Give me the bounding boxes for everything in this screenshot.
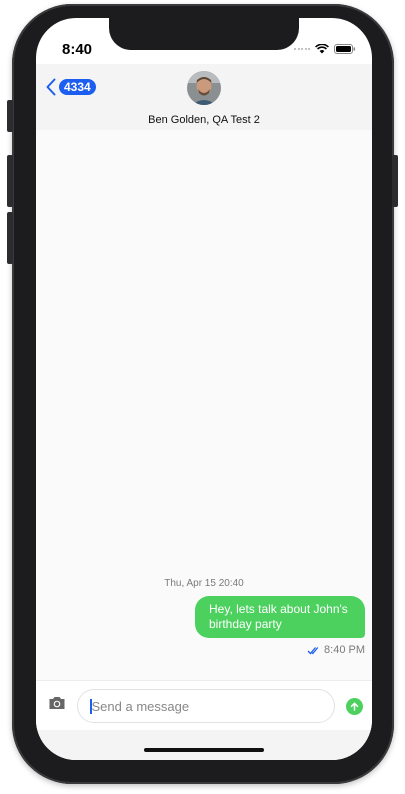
arrow-up-icon [350, 702, 359, 711]
chat-header: 4334 Ben Golden, QA Test 2 [36, 64, 372, 130]
volume-up-button [7, 155, 13, 207]
signal-icon [294, 48, 310, 50]
notch [109, 18, 299, 50]
wifi-icon [315, 44, 329, 54]
message-time: 8:40 PM [324, 644, 365, 656]
volume-down-button [7, 212, 13, 264]
message-bubble-outgoing[interactable]: Hey, lets talk about John's birthday par… [195, 596, 365, 638]
back-button[interactable]: 4334 [46, 78, 96, 96]
message-meta: 8:40 PM [307, 644, 365, 656]
camera-button[interactable] [48, 696, 66, 715]
message-input-placeholder: Send a message [91, 698, 190, 714]
chevron-left-icon [46, 78, 56, 96]
camera-icon [49, 697, 65, 709]
mute-switch [7, 100, 13, 132]
message-input[interactable]: Send a message [77, 689, 335, 723]
home-indicator[interactable] [144, 748, 264, 752]
composer: Send a message [36, 680, 372, 730]
double-check-icon [307, 646, 319, 654]
message-list[interactable]: Thu, Apr 15 20:40 Hey, lets talk about J… [36, 130, 372, 680]
status-time: 8:40 [62, 41, 93, 58]
date-separator: Thu, Apr 15 20:40 [164, 578, 244, 589]
power-button [392, 155, 398, 207]
battery-icon [334, 44, 356, 54]
status-icons [294, 44, 356, 54]
contact-name[interactable]: Ben Golden, QA Test 2 [36, 114, 372, 126]
avatar[interactable] [187, 71, 221, 105]
send-button[interactable] [346, 698, 363, 715]
safe-area-bottom [36, 730, 372, 760]
unread-count-badge: 4334 [59, 79, 96, 95]
phone-screen: 8:40 4334 Ben Golden, QA Test 2 Thu, Apr… [36, 18, 372, 760]
